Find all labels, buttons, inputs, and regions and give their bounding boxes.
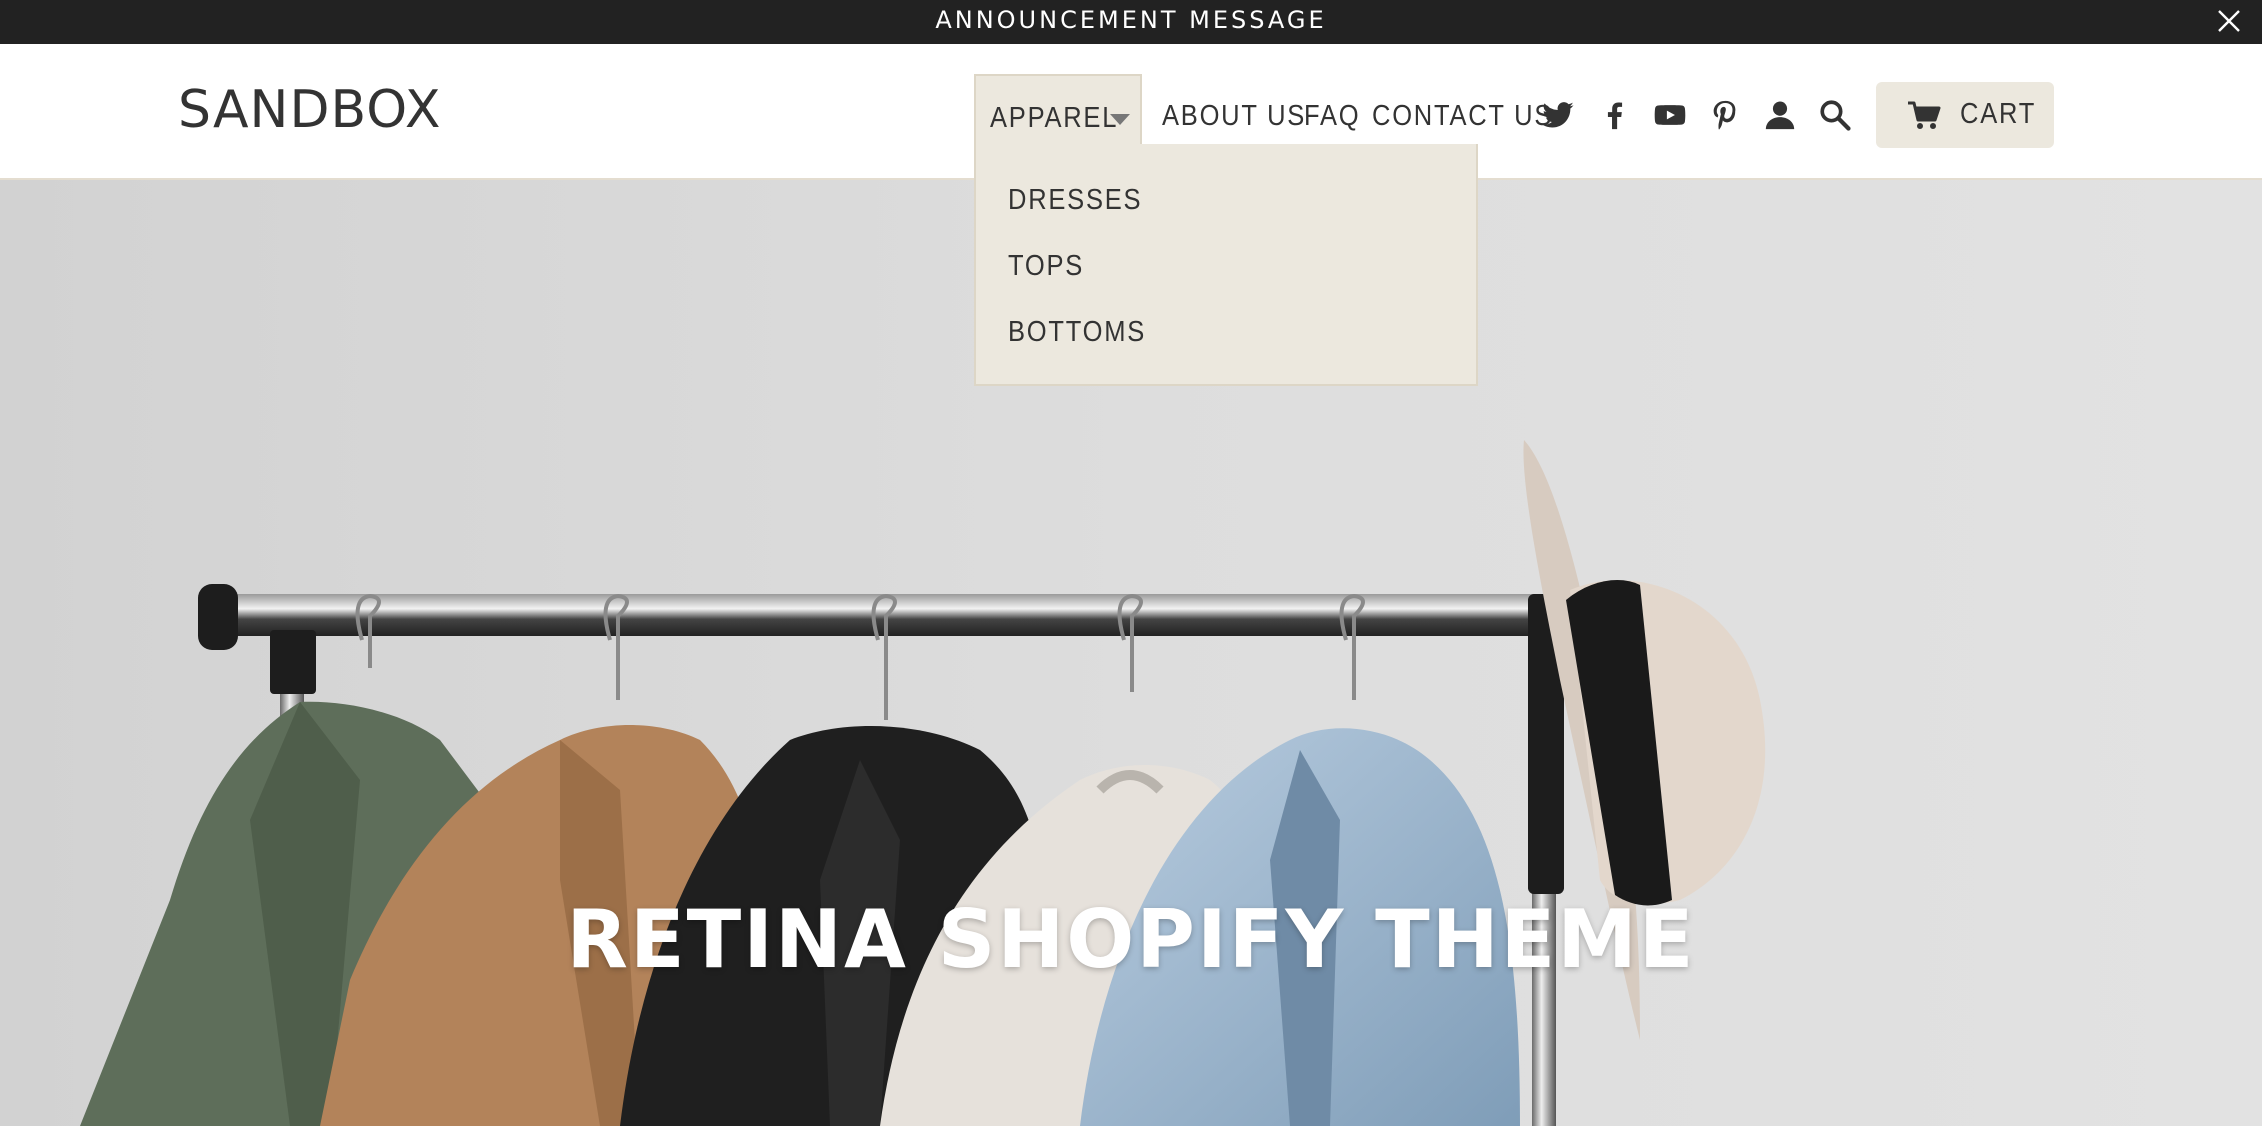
cart-button[interactable]: CART <box>1876 82 2054 148</box>
cart-label: CART <box>1960 98 2037 130</box>
nav-contact-us[interactable]: CONTACT US <box>1372 96 1553 136</box>
announcement-text: ANNOUNCEMENT MESSAGE <box>935 6 1327 34</box>
caret-down-icon <box>1110 114 1130 125</box>
facebook-icon[interactable] <box>1598 98 1632 132</box>
search-icon[interactable] <box>1818 98 1852 132</box>
nav-about-us[interactable]: ABOUT US <box>1162 96 1306 136</box>
youtube-icon[interactable] <box>1653 98 1687 132</box>
nav-apparel-label: APPAREL <box>990 102 1119 134</box>
pinterest-icon[interactable] <box>1708 98 1742 132</box>
menu-item-bottoms[interactable]: BOTTOMS <box>1008 312 1146 352</box>
nav-faq[interactable]: FAQ <box>1304 96 1360 136</box>
menu-item-dresses[interactable]: DRESSES <box>1008 180 1142 220</box>
close-icon[interactable] <box>2214 6 2244 36</box>
cart-icon <box>1906 98 1942 132</box>
hero-title: RETINA SHOPIFY THEME <box>566 893 1696 986</box>
announcement-bar: ANNOUNCEMENT MESSAGE <box>0 0 2262 44</box>
account-icon[interactable] <box>1763 98 1797 132</box>
site-logo[interactable]: SANDBOX <box>178 80 441 140</box>
apparel-dropdown-menu: DRESSES TOPS BOTTOMS <box>974 144 1478 386</box>
twitter-icon[interactable] <box>1541 98 1575 132</box>
menu-item-tops[interactable]: TOPS <box>1008 246 1084 286</box>
